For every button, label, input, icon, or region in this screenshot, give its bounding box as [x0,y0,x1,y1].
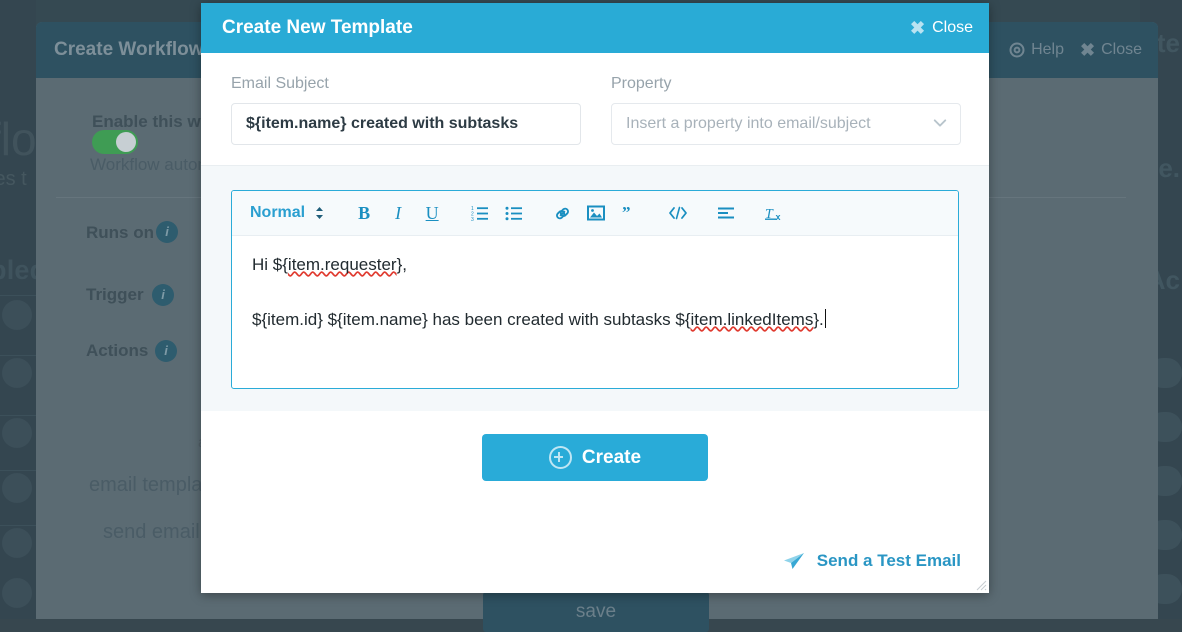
create-button[interactable]: Create [482,434,708,481]
editor-line1-prefix: Hi ${ [252,255,288,274]
editor-zone: Normal B I U 1 [201,165,989,411]
ordered-list-icon: 1 2 3 [471,205,489,221]
plus-circle-icon [549,446,572,469]
code-button[interactable] [661,198,695,228]
italic-button[interactable]: I [381,198,415,228]
background-field-label-actions: Actions [86,341,148,361]
svg-text:3: 3 [471,217,474,221]
background-help-button[interactable]: Help [1009,22,1064,78]
editor-line-2: ${item.id} ${item.name} has been created… [252,309,938,332]
background-dialog-header-actions: Help ✖ Close [1009,22,1142,78]
modal-close-label: Close [932,19,973,37]
background-field-label-trigger: Trigger [86,285,144,305]
bullet-list-button[interactable] [497,198,531,228]
blockquote-icon: ” [621,205,639,221]
editor-toolbar: Normal B I U 1 [232,191,958,236]
editor-body[interactable]: Hi ${item.requester}, ${item.id} ${item.… [232,236,958,388]
editor-style-selector[interactable]: Normal [250,204,325,222]
modal-title: Create New Template [222,17,413,39]
svg-text:”: ” [622,205,631,221]
updown-arrows-icon [314,205,325,221]
bold-icon: B [358,203,370,224]
paper-plane-icon [782,551,806,571]
background-field-label-runs-on: Runs on [86,223,154,243]
background-small-word: les t [0,168,27,191]
background-big-word: flo [0,112,37,166]
blockquote-button[interactable]: ” [613,198,647,228]
svg-text:x: x [776,212,781,222]
background-email-template-label: email template [89,474,219,497]
resize-grip-icon [973,577,987,591]
editor-line2-suffix: }. [813,310,823,329]
modal-resize-handle[interactable] [973,577,987,591]
rich-text-editor: Normal B I U 1 [231,190,959,389]
editor-line2-variable: item.linkedItems [691,310,814,329]
editor-line2-prefix: ${item.id} ${item.name} has been created… [252,310,691,329]
send-test-email-label: Send a Test Email [817,551,961,571]
modal-close-button[interactable]: ✖ Close [910,19,973,37]
background-enable-toggle[interactable] [92,130,138,154]
clear-format-button[interactable]: T x [757,198,791,228]
underline-icon: U [426,203,439,224]
image-button[interactable] [579,198,613,228]
background-help-label: Help [1031,22,1064,78]
property-select[interactable]: Insert a property into email/subject [611,103,961,145]
lifering-icon [1009,42,1025,58]
underline-button[interactable]: U [415,198,449,228]
send-test-email-link[interactable]: Send a Test Email [782,551,961,571]
modal-form-row: Email Subject Property Insert a property… [201,53,989,165]
background-right-text-2: e. [1158,153,1180,184]
create-button-label: Create [582,447,641,469]
email-subject-field-group: Email Subject [231,75,581,145]
clear-format-icon: T x [764,205,784,222]
background-close-button[interactable]: ✖ Close [1080,22,1142,78]
link-icon [553,204,572,223]
align-left-icon [717,206,735,220]
bold-button[interactable]: B [347,198,381,228]
info-icon[interactable]: i [156,221,178,243]
close-x-icon: ✖ [910,19,925,37]
editor-line1-suffix: }, [397,255,407,274]
editor-line1-variable: item.requester [288,255,397,274]
ordered-list-button[interactable]: 1 2 3 [463,198,497,228]
modal-footer: Create Send a Test Email [201,411,989,593]
code-icon [668,206,688,220]
email-subject-input[interactable] [231,103,581,145]
modal-header: Create New Template ✖ Close [201,3,989,53]
email-subject-label: Email Subject [231,75,581,93]
italic-icon: I [395,203,401,224]
link-button[interactable] [545,198,579,228]
editor-style-label: Normal [250,204,305,222]
info-icon[interactable]: i [155,340,177,362]
bullet-list-icon [505,205,523,221]
property-field-group: Property Insert a property into email/su… [611,75,961,145]
editor-line-1: Hi ${item.requester}, [252,254,938,277]
text-caret [825,309,826,328]
create-template-modal: Create New Template ✖ Close Email Subjec… [201,3,989,593]
property-label: Property [611,75,961,93]
align-left-button[interactable] [709,198,743,228]
background-close-label: Close [1101,22,1142,78]
close-x-icon: ✖ [1080,22,1095,78]
background-left-rail [0,0,36,619]
info-icon[interactable]: i [152,284,174,306]
background-save-button[interactable]: save [483,592,709,632]
image-icon [587,205,605,221]
